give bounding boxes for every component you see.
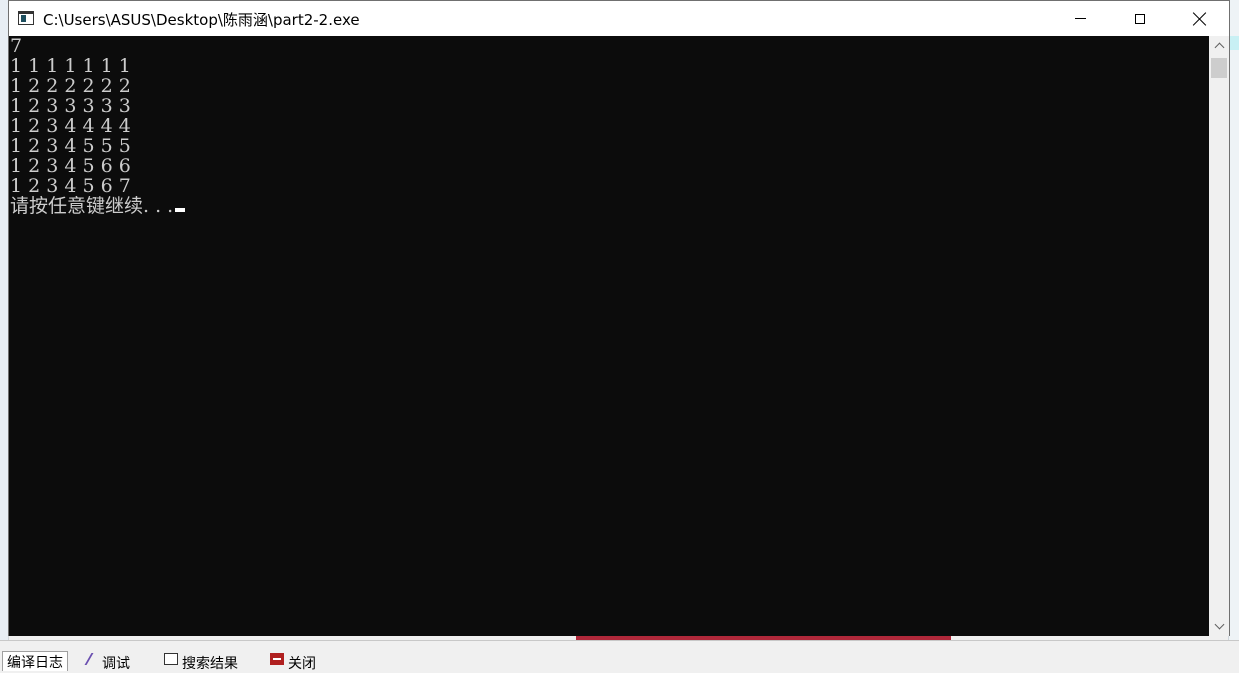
text-cursor bbox=[175, 208, 186, 212]
tab-label: 搜索结果 bbox=[182, 656, 238, 672]
maximize-icon bbox=[1135, 13, 1145, 24]
prompt-text: 请按任意键继续. . . bbox=[10, 195, 174, 217]
debug-icon bbox=[84, 653, 102, 665]
vertical-scrollbar[interactable] bbox=[1209, 36, 1229, 636]
close-button[interactable] bbox=[1170, 1, 1230, 36]
scroll-up-button[interactable] bbox=[1209, 37, 1229, 54]
console-line: 1 2 3 3 3 3 3 bbox=[10, 95, 131, 117]
tab-label: 关闭 bbox=[288, 656, 316, 672]
scrollbar-thumb[interactable] bbox=[1211, 58, 1227, 78]
tab-search-results[interactable]: 搜索结果 bbox=[160, 653, 242, 672]
console-line: 1 2 2 2 2 2 2 bbox=[10, 75, 131, 97]
tab-label: 编译日志 bbox=[7, 655, 63, 671]
press-any-key-prompt: 请按任意键继续. . . bbox=[9, 196, 1209, 216]
tab-label: 调试 bbox=[102, 656, 130, 672]
console-line: 1 2 3 4 4 4 4 bbox=[10, 115, 131, 137]
minimize-icon bbox=[1074, 18, 1086, 19]
maximize-button[interactable] bbox=[1110, 1, 1170, 36]
ide-right-accent bbox=[1229, 36, 1239, 50]
close-icon bbox=[1193, 12, 1207, 26]
close-tab-icon bbox=[270, 653, 284, 665]
window-title: C:\Users\ASUS\Desktop\陈雨涵\part2-2.exe bbox=[43, 11, 360, 29]
chevron-up-icon bbox=[1214, 42, 1224, 53]
scroll-down-button[interactable] bbox=[1209, 618, 1229, 635]
console-window: C:\Users\ASUS\Desktop\陈雨涵\part2-2.exe 7 … bbox=[8, 0, 1230, 636]
console-line: 7 bbox=[10, 36, 23, 57]
tab-debug[interactable]: 调试 bbox=[84, 653, 134, 672]
minimize-button[interactable] bbox=[1050, 1, 1110, 36]
tab-compile-log[interactable]: 编译日志 bbox=[2, 651, 68, 671]
console-app-icon[interactable] bbox=[18, 11, 34, 25]
tab-close[interactable]: 关闭 bbox=[266, 653, 320, 672]
console-line: 1 2 3 4 5 6 6 bbox=[10, 155, 131, 177]
ide-bottom-tabbar: 编译日志 调试 搜索结果 关闭 bbox=[0, 640, 1239, 672]
console-line: 1 2 3 4 5 6 7 bbox=[10, 175, 131, 197]
console-line: 1 1 1 1 1 1 1 bbox=[10, 55, 131, 77]
chevron-down-icon bbox=[1214, 619, 1224, 630]
search-results-icon bbox=[164, 653, 178, 665]
console-line: 1 2 3 4 5 5 5 bbox=[10, 135, 131, 157]
title-bar[interactable]: C:\Users\ASUS\Desktop\陈雨涵\part2-2.exe bbox=[9, 1, 1229, 36]
console-output[interactable]: 7 1 1 1 1 1 1 1 1 2 2 2 2 2 2 1 2 3 3 3 … bbox=[9, 36, 1209, 636]
